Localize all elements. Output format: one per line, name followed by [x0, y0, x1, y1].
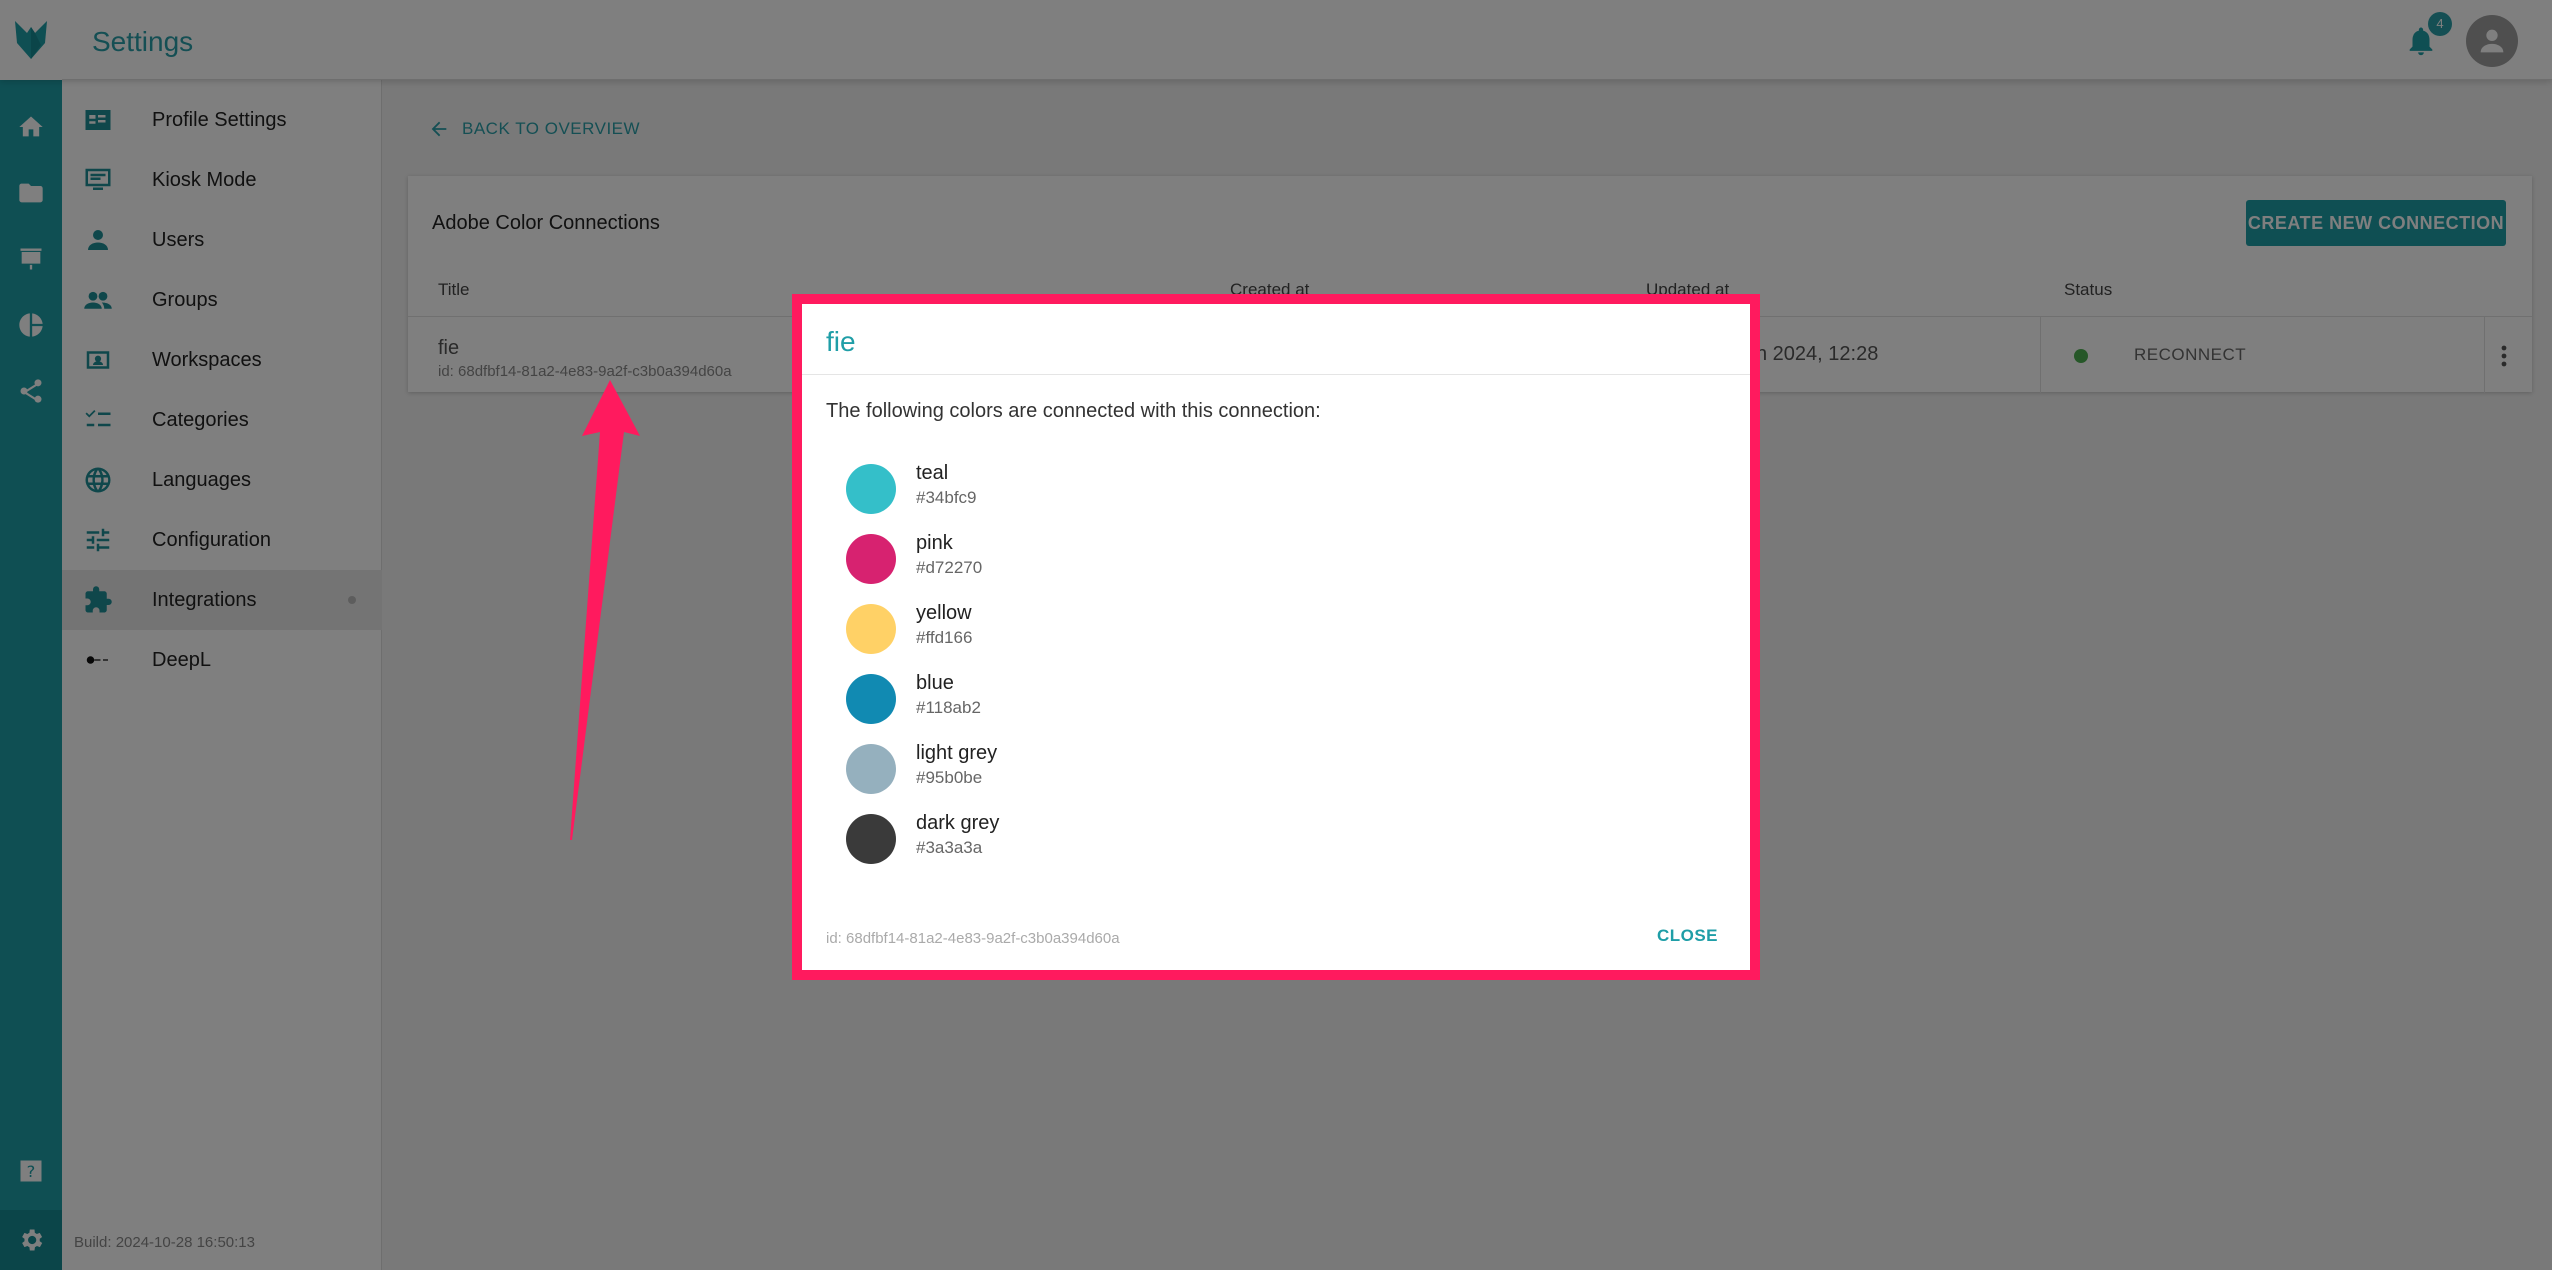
color-hex: #118ab2 — [916, 698, 981, 717]
color-hex: #ffd166 — [916, 628, 973, 647]
color-swatch — [846, 744, 896, 794]
list-item: teal #34bfc9 — [846, 458, 1246, 518]
color-swatch — [846, 534, 896, 584]
annotation-arrow-icon — [570, 380, 640, 840]
color-hex: #d72270 — [916, 558, 983, 577]
color-name: light grey — [916, 742, 998, 764]
list-item: blue #118ab2 — [846, 668, 1246, 728]
divider — [802, 374, 1750, 375]
colors-dialog: fie The following colors are connected w… — [802, 304, 1750, 970]
color-name: pink — [916, 532, 953, 554]
color-hex: #3a3a3a — [916, 838, 983, 857]
dialog-description: The following colors are connected with … — [826, 400, 1321, 422]
list-item: dark grey #3a3a3a — [846, 808, 1246, 868]
list-item: pink #d72270 — [846, 528, 1246, 588]
color-name: teal — [916, 462, 949, 484]
color-name: dark grey — [916, 812, 1000, 834]
color-swatch — [846, 674, 896, 724]
color-swatch — [846, 604, 896, 654]
close-button[interactable]: CLOSE — [1657, 926, 1718, 946]
list-item: yellow #ffd166 — [846, 598, 1246, 658]
color-swatch — [846, 464, 896, 514]
color-swatch — [846, 814, 896, 864]
color-name: yellow — [916, 602, 972, 624]
list-item: light grey #95b0be — [846, 738, 1246, 798]
dialog-connection-id: id: 68dfbf14-81a2-4e83-9a2f-c3b0a394d60a — [826, 930, 1120, 947]
color-hex: #34bfc9 — [916, 488, 977, 507]
color-hex: #95b0be — [916, 768, 983, 787]
dialog-highlight-frame: fie The following colors are connected w… — [792, 294, 1760, 980]
color-name: blue — [916, 672, 954, 694]
dialog-title: fie — [826, 326, 856, 357]
